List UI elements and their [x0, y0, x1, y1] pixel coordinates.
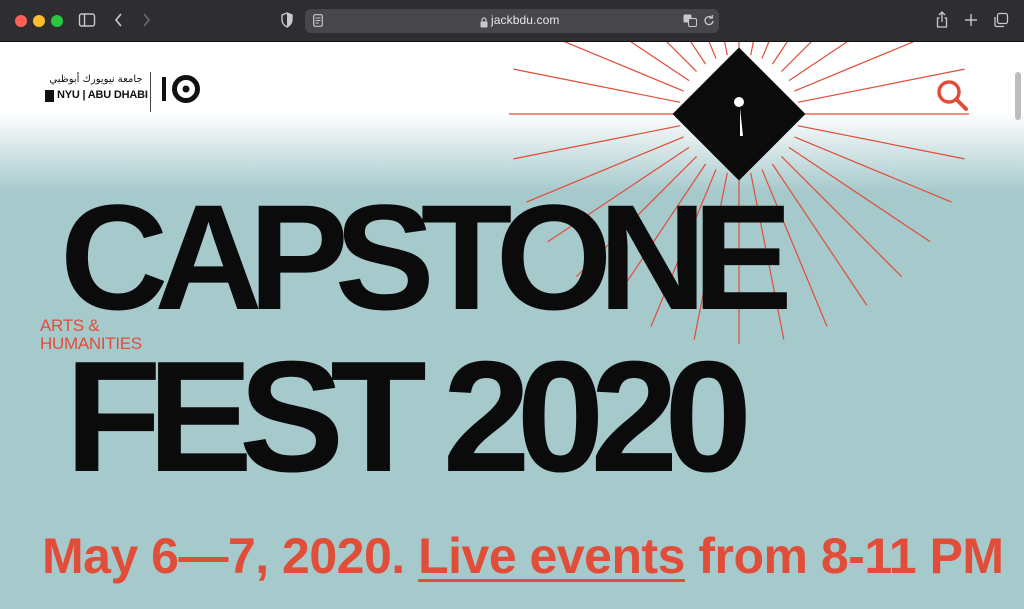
- anniversary-logo: 10: [161, 75, 201, 108]
- burst-ray: [794, 42, 915, 92]
- chevron-left-icon[interactable]: [113, 9, 125, 31]
- burst-ray: [788, 146, 931, 243]
- burst-ray: [513, 68, 681, 103]
- minimize-window-button[interactable]: [33, 15, 45, 27]
- url-text: jackbdu.com: [491, 13, 560, 27]
- chevron-right-icon[interactable]: [140, 9, 152, 31]
- tabs-overview-icon[interactable]: [993, 9, 1009, 31]
- burst-ray: [724, 42, 728, 56]
- event-dates: May 6—7, 2020. Live events from 8-11 PM: [42, 527, 1004, 585]
- burst-ray: [630, 42, 690, 82]
- burst-ray: [750, 42, 754, 56]
- address-bar[interactable]: jackbdu.com: [305, 9, 719, 33]
- browser-toolbar: jackbdu.com: [0, 0, 1024, 42]
- dates-suffix: from 8-11 PM: [698, 528, 1004, 584]
- lock-icon: [480, 15, 488, 33]
- reader-icon[interactable]: [313, 14, 323, 32]
- translate-icon[interactable]: [683, 14, 697, 32]
- burst-ray: [781, 42, 812, 72]
- logo-arabic-text: جامعة نيويورك أبوظبي: [49, 74, 143, 85]
- web-page: جامعة نيويورك أبوظبي NYU | ABU DHABI 10 …: [0, 42, 1024, 609]
- title-line-1: CAPSTONE: [60, 173, 793, 341]
- logo-divider: [150, 72, 151, 112]
- dates-prefix: May 6—7, 2020.: [42, 528, 405, 584]
- sidebar-icon[interactable]: [78, 9, 96, 31]
- close-window-button[interactable]: [15, 15, 27, 27]
- reload-icon[interactable]: [703, 14, 715, 32]
- burst-ray: [761, 42, 770, 59]
- burst-ray: [563, 42, 684, 92]
- logo-english-text: NYU | ABU DHABI: [57, 89, 148, 101]
- nyu-abu-dhabi-logo[interactable]: جامعة نيويورك أبوظبي NYU | ABU DHABI: [45, 68, 150, 116]
- live-events-link[interactable]: Live events: [418, 528, 685, 584]
- search-icon[interactable]: [935, 78, 969, 112]
- burst-ray: [797, 125, 965, 160]
- title-line-2: FEST 2020: [65, 329, 752, 505]
- share-icon[interactable]: [935, 9, 949, 31]
- shield-icon[interactable]: [280, 9, 294, 31]
- scrollbar-thumb[interactable]: [1015, 72, 1021, 120]
- burst-ray: [513, 125, 681, 160]
- burst-ray: [788, 42, 848, 82]
- plus-icon[interactable]: [964, 9, 978, 31]
- torch-icon: [45, 90, 54, 102]
- burst-ray: [771, 163, 868, 306]
- fullscreen-window-button[interactable]: [51, 15, 63, 27]
- burst-ray: [708, 42, 717, 59]
- burst-ray: [666, 42, 697, 72]
